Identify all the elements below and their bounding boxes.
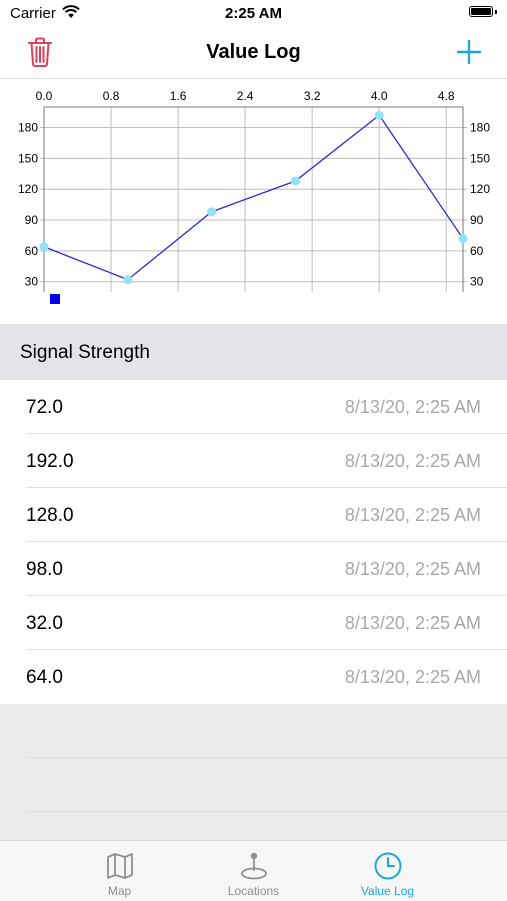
row-date: 8/13/20, 2:25 AM	[344, 397, 481, 417]
tab-label: Value Log	[360, 884, 415, 898]
table-row[interactable]: 98.0 8/13/20, 2:25 AM	[0, 542, 507, 596]
row-value: 64.0	[26, 667, 63, 688]
y-tick-label-left: 30	[25, 275, 39, 289]
table-row[interactable]: 192.0 8/13/20, 2:25 AM	[0, 434, 507, 488]
tab-value-log[interactable]: Value Log	[303, 841, 472, 901]
y-tick-label-right: 30	[470, 275, 484, 289]
row-value: 98.0	[26, 559, 63, 580]
x-tick-label: 2.4	[237, 89, 254, 103]
empty-row-divider	[26, 757, 507, 758]
tab-bar: Map Locations Value Log	[0, 840, 507, 901]
section-header-label: Signal Strength	[20, 342, 150, 363]
map-icon	[106, 853, 133, 879]
table-row[interactable]: 64.0 8/13/20, 2:25 AM	[0, 650, 507, 704]
location-pin-icon	[240, 852, 267, 880]
data-point	[207, 207, 217, 217]
value-list: 72.0 8/13/20, 2:25 AM 192.0 8/13/20, 2:2…	[0, 380, 507, 704]
table-row[interactable]: 128.0 8/13/20, 2:25 AM	[0, 488, 507, 542]
row-date: 8/13/20, 2:25 AM	[344, 451, 481, 471]
y-tick-label-left: 60	[25, 244, 39, 258]
y-tick-label-right: 90	[470, 213, 484, 227]
empty-list-area	[0, 704, 507, 840]
line-chart: 0.0 0.8 1.6 2.4 3.2 4.0 4.8 180 150 120 90 60 30 180 1…	[18, 89, 490, 304]
row-date: 8/13/20, 2:25 AM	[344, 505, 481, 525]
empty-row-divider	[26, 811, 507, 812]
y-tick-label-right: 60	[470, 244, 484, 258]
row-value: 192.0	[26, 451, 74, 472]
legend-marker	[50, 294, 60, 304]
row-value: 128.0	[26, 505, 74, 526]
x-tick-label: 1.6	[170, 89, 187, 103]
y-tick-label-right: 120	[470, 182, 490, 196]
data-point	[290, 176, 300, 186]
row-value: 32.0	[26, 613, 63, 634]
row-date: 8/13/20, 2:25 AM	[344, 667, 481, 687]
page-title: Value Log	[206, 41, 301, 63]
y-tick-label-right: 150	[470, 151, 490, 165]
y-tick-label-left: 90	[25, 213, 39, 227]
table-row[interactable]: 32.0 8/13/20, 2:25 AM	[0, 596, 507, 650]
table-row[interactable]: 72.0 8/13/20, 2:25 AM	[0, 380, 507, 434]
x-tick-label: 4.8	[438, 89, 455, 103]
battery-icon	[469, 6, 493, 17]
y-tick-label-left: 180	[18, 121, 38, 135]
navigation-bar: Value Log	[0, 28, 507, 79]
data-point	[123, 275, 133, 285]
status-bar: Carrier 2:25 AM	[0, 0, 507, 28]
x-tick-label: 0.0	[36, 89, 53, 103]
x-tick-label: 3.2	[304, 89, 321, 103]
data-point	[39, 242, 49, 252]
value-chart: 0.0 0.8 1.6 2.4 3.2 4.0 4.8 180 150 120 90 60 30 180 1…	[0, 82, 507, 322]
y-tick-label-left: 150	[18, 151, 38, 165]
section-header: Signal Strength	[0, 324, 507, 380]
row-date: 8/13/20, 2:25 AM	[344, 559, 481, 579]
x-tick-label: 0.8	[103, 89, 120, 103]
row-value: 72.0	[26, 397, 63, 418]
row-date: 8/13/20, 2:25 AM	[344, 613, 481, 633]
data-point	[374, 110, 384, 120]
clock-icon	[374, 852, 401, 880]
data-point	[458, 234, 468, 244]
x-tick-label: 4.0	[371, 89, 388, 103]
series-line	[43, 114, 464, 281]
battery-tip	[495, 10, 497, 14]
plus-icon[interactable]	[455, 38, 483, 66]
y-tick-label-left: 120	[18, 182, 38, 196]
status-time: 2:25 AM	[225, 5, 282, 22]
y-tick-label-right: 180	[470, 121, 490, 135]
